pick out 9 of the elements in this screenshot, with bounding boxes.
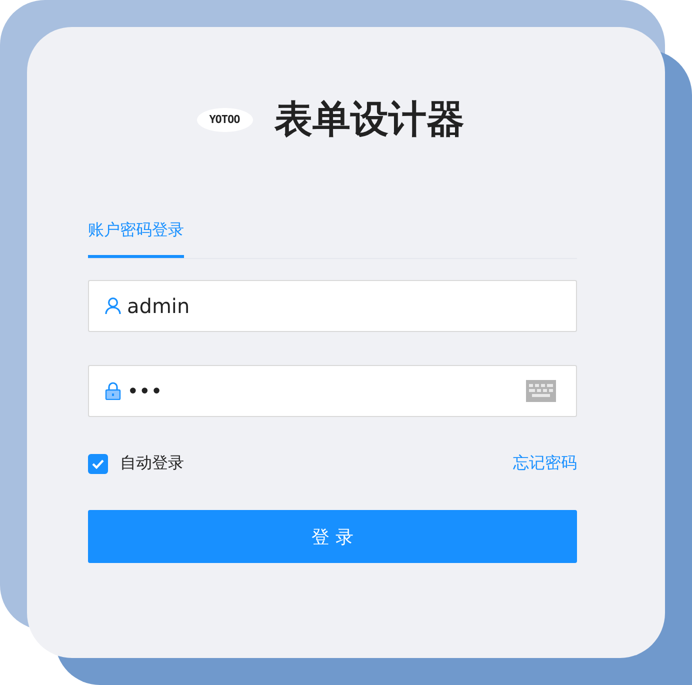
page-title: 表单设计器 [274,96,464,143]
lock-icon [105,382,121,400]
auto-login-checkbox[interactable]: 自动登录 [88,453,184,474]
checkmark-icon [92,458,104,468]
password-field[interactable]: ••• [88,365,577,417]
keyboard-icon[interactable] [526,380,556,402]
logo: YOTOO [196,108,252,132]
username-field[interactable]: admin [88,280,577,332]
user-icon [105,297,121,315]
